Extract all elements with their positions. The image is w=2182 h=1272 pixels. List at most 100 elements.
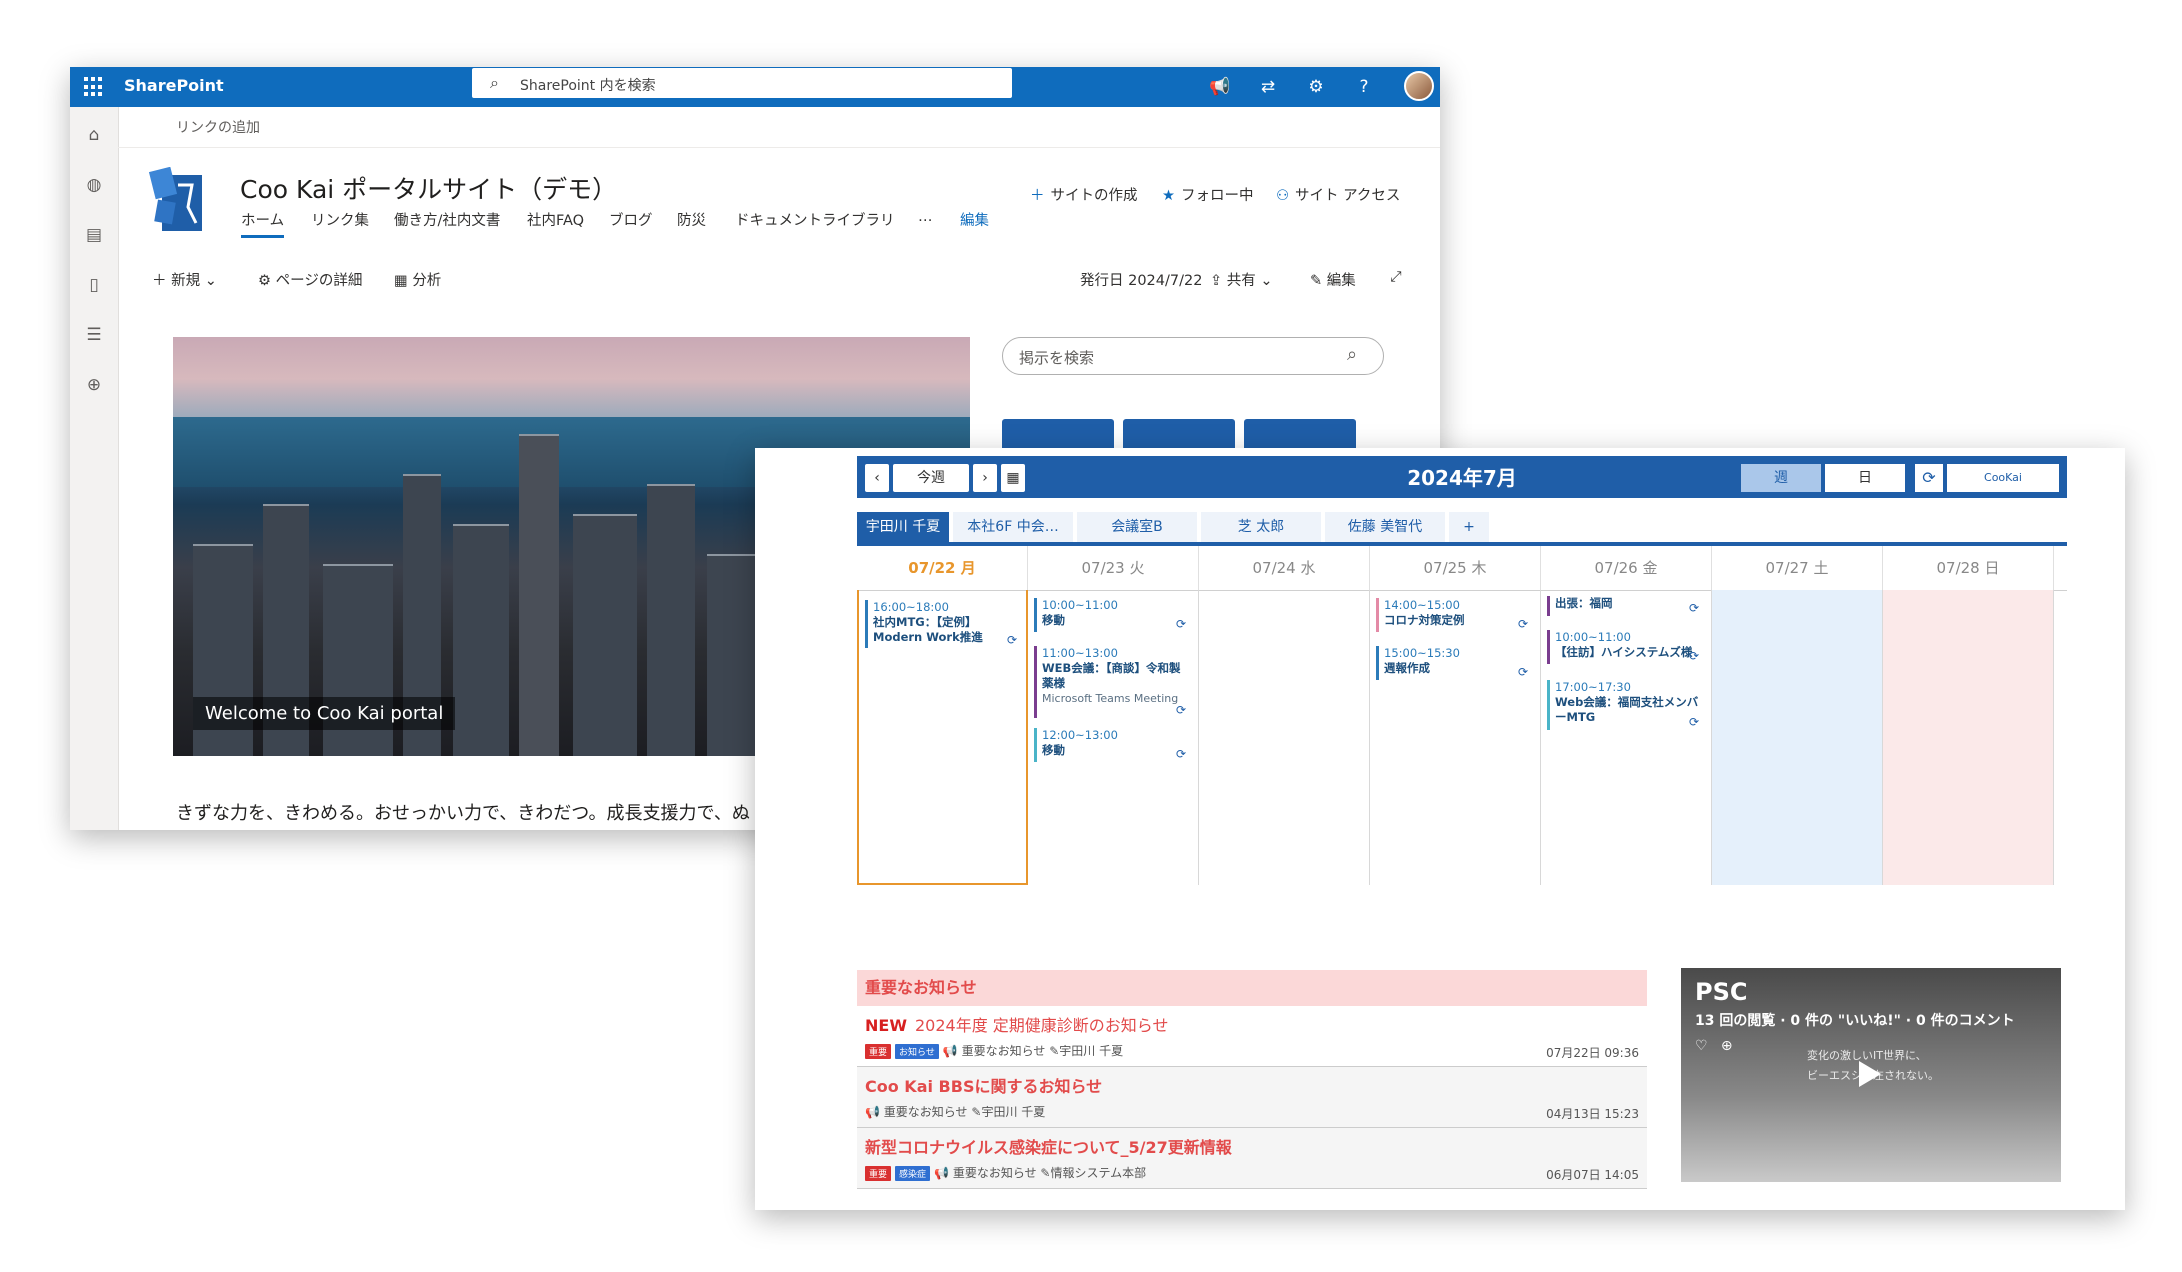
- tab-user-sato[interactable]: 佐藤 美智代: [1325, 512, 1445, 542]
- calendar-event[interactable]: 10:00~11:00 【往訪】ハイシステムズ様 ⟳: [1547, 630, 1699, 664]
- share-icon: ⇪: [1210, 273, 1223, 289]
- day-header[interactable]: 07/25 木: [1370, 546, 1541, 590]
- follow-button[interactable]: ★ フォロー中: [1162, 184, 1254, 205]
- day-header[interactable]: 07/24 水: [1199, 546, 1370, 590]
- day-column[interactable]: 14:00~15:00 コロナ対策定例 ⟳ 15:00~15:30 週報作成 ⟳: [1370, 590, 1541, 885]
- search-placeholder: SharePoint 内を検索: [520, 78, 656, 94]
- add-link[interactable]: リンクの追加: [176, 117, 260, 137]
- day-column[interactable]: [1712, 590, 1883, 885]
- news-icon[interactable]: ▤: [80, 221, 108, 249]
- page-details-button[interactable]: ⚙ ページの詳細: [258, 269, 362, 290]
- event-subject: 【往訪】ハイシステムズ様: [1555, 645, 1693, 659]
- analytics-button[interactable]: ▦ 分析: [394, 269, 441, 290]
- video-card[interactable]: PSC 13 回の閲覧 · 0 件の "いいね!" · 0 件のコメント ♡ ⊕…: [1681, 968, 2061, 1182]
- calendar-event[interactable]: 12:00~13:00 移動 ⟳: [1034, 728, 1186, 762]
- tab-user-shiba[interactable]: 芝 太郎: [1201, 512, 1321, 542]
- recurring-icon: ⟳: [1688, 601, 1699, 615]
- create-site-button[interactable]: ＋ サイトの作成: [1030, 184, 1138, 205]
- megaphone-icon[interactable]: 📢: [1207, 74, 1233, 100]
- create-site-label: サイトの作成: [1050, 188, 1138, 204]
- day-headers: 07/22 月 07/23 火 07/24 水 07/25 木 07/26 金 …: [857, 546, 2067, 591]
- notice-date: 07月22日 09:36: [1546, 1046, 1639, 1060]
- day-column[interactable]: 出張：福岡 ⟳ 10:00~11:00 【往訪】ハイシステムズ様 ⟳ 17:00…: [1541, 590, 1712, 885]
- video-actions: ♡ ⊕: [1695, 1038, 1733, 1054]
- notice-title[interactable]: Coo Kai BBSに関するお知らせ: [865, 1073, 1102, 1097]
- notice-date: 04月13日 15:23: [1546, 1107, 1639, 1121]
- day-column[interactable]: [1199, 590, 1370, 885]
- bbs-search-input[interactable]: 掲示を検索 ⌕: [1002, 337, 1384, 375]
- quick-link-tile[interactable]: [1002, 419, 1114, 449]
- nav-documents[interactable]: ドキュメントライブラリ: [735, 209, 895, 230]
- event-subject: コロナ対策定例: [1384, 613, 1465, 627]
- calendar-event[interactable]: 11:00~13:00 WEB会議：【商談】令和製薬様 Microsoft Te…: [1034, 646, 1186, 718]
- tab-room-6f[interactable]: 本社6F 中会…: [953, 512, 1073, 542]
- calendar-event[interactable]: 15:00~15:30 週報作成 ⟳: [1376, 646, 1528, 680]
- add-circle-icon[interactable]: ⊕: [80, 371, 108, 399]
- day-header[interactable]: 07/27 土: [1712, 546, 1883, 590]
- add-tab-button[interactable]: +: [1449, 512, 1489, 542]
- notice-row[interactable]: Coo Kai BBSに関するお知らせ 📢 重要なお知らせ ✎宇田川 千夏 04…: [857, 1067, 1647, 1128]
- notice-row[interactable]: 新型コロナウイルス感染症について_5/27更新情報 重要 感染症 📢 重要なお知らせ…: [857, 1128, 1647, 1189]
- day-header[interactable]: 07/26 金: [1541, 546, 1712, 590]
- sync-icon[interactable]: ⇄: [1255, 74, 1281, 100]
- gear-icon: ⚙: [258, 273, 271, 289]
- refresh-icon[interactable]: ⟳: [1915, 464, 1943, 492]
- file-icon[interactable]: ▯: [80, 271, 108, 299]
- calendar-event[interactable]: 出張：福岡 ⟳: [1547, 596, 1699, 616]
- notice-title[interactable]: NEW 2024年度 定期健康診断のお知らせ: [865, 1012, 1168, 1036]
- app-launcher-icon[interactable]: [84, 77, 104, 97]
- nav-faq[interactable]: 社内FAQ: [527, 209, 584, 230]
- notice-author: 宇田川 千夏: [981, 1105, 1046, 1119]
- analytics-label: 分析: [412, 273, 442, 289]
- calendar-event[interactable]: 17:00~17:30 Web会議：福岡支社メンバーMTG ⟳: [1547, 680, 1699, 730]
- week-view-button[interactable]: 週: [1741, 464, 1821, 492]
- globe-icon[interactable]: ◍: [80, 171, 108, 199]
- site-access-button[interactable]: ⚇ サイト アクセス: [1276, 184, 1400, 205]
- expand-icon[interactable]: ⤢: [1390, 269, 1402, 285]
- hero-caption[interactable]: Welcome to Coo Kai portal: [193, 697, 456, 730]
- calendar-event[interactable]: 14:00~15:00 コロナ対策定例 ⟳: [1376, 598, 1528, 632]
- nav-disaster[interactable]: 防災: [677, 209, 706, 230]
- nav-links[interactable]: リンク集: [311, 209, 369, 230]
- day-column[interactable]: 10:00~11:00 移動 ⟳ 11:00~13:00 WEB会議：【商談】令…: [1028, 590, 1199, 885]
- heart-icon[interactable]: ♡: [1695, 1038, 1708, 1054]
- plus-icon: ＋: [1030, 188, 1045, 204]
- list-icon[interactable]: ☰: [80, 321, 108, 349]
- day-header[interactable]: 07/22 月: [857, 546, 1028, 590]
- notice-meta: 📢 重要なお知らせ ✎宇田川 千夏: [865, 1103, 1045, 1120]
- nav-blog[interactable]: ブログ: [609, 209, 653, 230]
- home-icon[interactable]: ⌂: [80, 121, 108, 149]
- nav-workstyle[interactable]: 働き方/社内文書: [394, 209, 500, 230]
- day-header[interactable]: 07/23 火: [1028, 546, 1199, 590]
- calendar-grid: 16:00~18:00 社内MTG：【定例】Modern Work推進 ⟳ 10…: [857, 590, 2067, 885]
- global-search-box[interactable]: ⌕ SharePoint 内を検索: [472, 68, 1012, 98]
- event-subject: Web会議：福岡支社メンバーMTG: [1555, 695, 1699, 724]
- edit-button[interactable]: ✎ 編集: [1310, 269, 1356, 290]
- nav-edit[interactable]: 編集: [960, 209, 989, 230]
- gear-icon[interactable]: ⚙: [1303, 74, 1329, 100]
- brand-label[interactable]: SharePoint: [124, 76, 224, 95]
- calendar-header: ‹ 今週 › ▦ 2024年7月 週 日 ⟳ CooKai: [857, 456, 2067, 498]
- tab-room-b[interactable]: 会議室B: [1077, 512, 1197, 542]
- quick-link-tile[interactable]: [1123, 419, 1235, 449]
- calendar-event[interactable]: 16:00~18:00 社内MTG：【定例】Modern Work推進 ⟳: [865, 600, 1017, 648]
- tab-user-udagawa[interactable]: 宇田川 千夏: [857, 512, 949, 542]
- day-column[interactable]: 16:00~18:00 社内MTG：【定例】Modern Work推進 ⟳: [857, 590, 1028, 885]
- share-button[interactable]: ⇪ 共有 ⌄: [1210, 269, 1273, 290]
- nav-home[interactable]: ホーム: [241, 209, 285, 238]
- search-icon[interactable]: ⌕: [1347, 344, 1357, 365]
- day-header[interactable]: 07/28 日: [1883, 546, 2054, 590]
- new-button[interactable]: ＋ 新規 ⌄: [152, 269, 217, 290]
- notice-row[interactable]: NEW 2024年度 定期健康診断のお知らせ 重要 お知らせ 📢 重要なお知らせ ✎宇…: [857, 1006, 1647, 1067]
- play-icon[interactable]: [1859, 1061, 1881, 1087]
- notice-title[interactable]: 新型コロナウイルス感染症について_5/27更新情報: [865, 1134, 1232, 1158]
- help-icon[interactable]: ?: [1351, 74, 1377, 100]
- quick-link-tile[interactable]: [1244, 419, 1356, 449]
- day-column[interactable]: [1883, 590, 2054, 885]
- nav-more[interactable]: …: [918, 209, 933, 225]
- hero-building: [647, 484, 695, 756]
- add-icon[interactable]: ⊕: [1721, 1038, 1733, 1054]
- calendar-event[interactable]: 10:00~11:00 移動 ⟳: [1034, 598, 1186, 632]
- day-view-button[interactable]: 日: [1825, 464, 1905, 492]
- avatar[interactable]: [1404, 71, 1434, 101]
